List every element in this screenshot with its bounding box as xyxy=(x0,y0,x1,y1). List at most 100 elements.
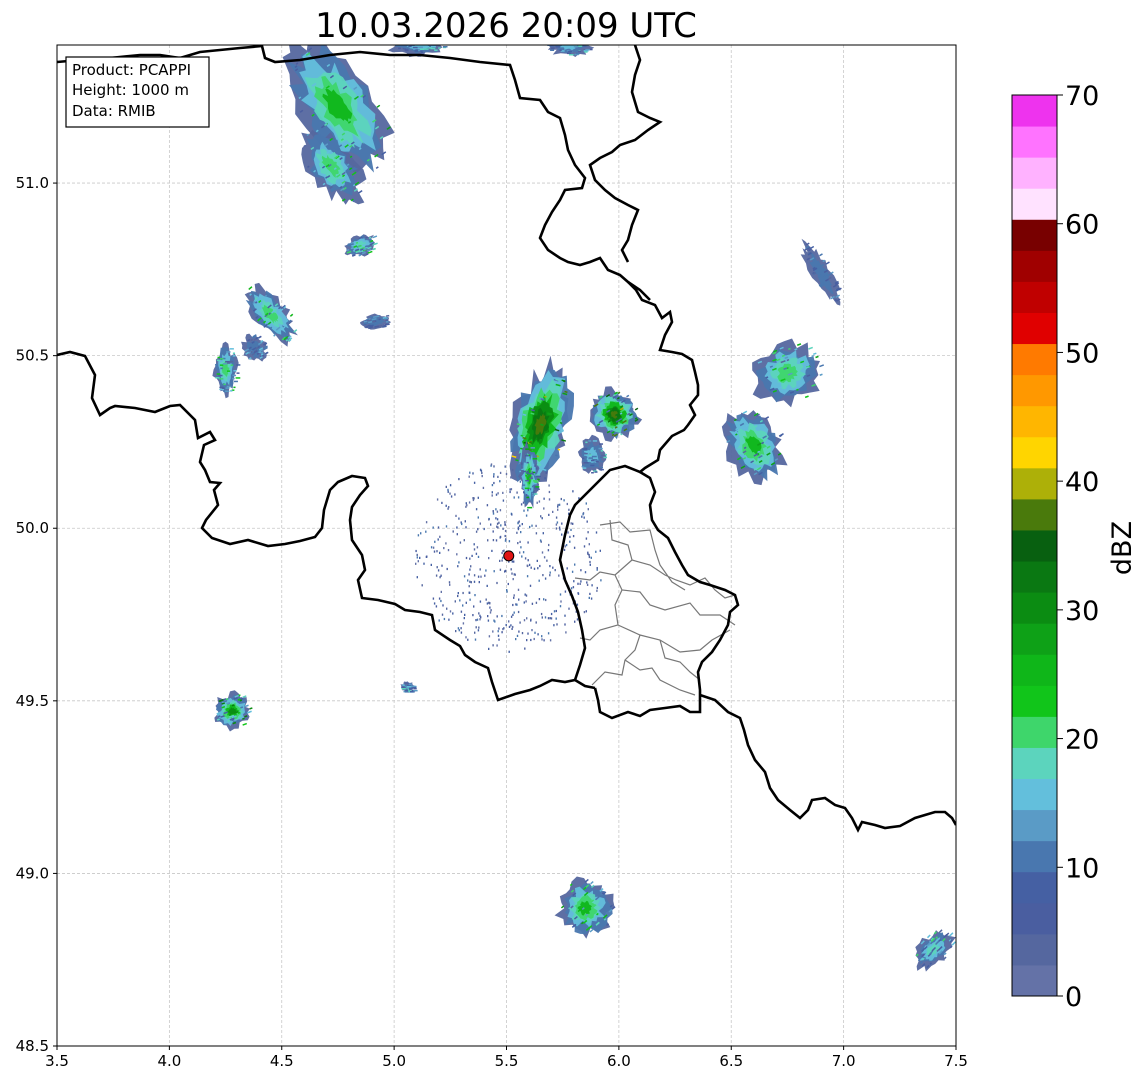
clutter-dot xyxy=(570,587,573,590)
clutter-dot xyxy=(530,619,532,622)
clutter-dot xyxy=(510,624,512,627)
echo-speckle xyxy=(530,447,535,449)
clutter-dot xyxy=(506,589,508,592)
clutter-dot xyxy=(558,526,561,529)
clutter-dot xyxy=(573,580,575,583)
colorbar-bin xyxy=(1012,964,1057,997)
y-tick-label: 51.0 xyxy=(16,174,49,192)
clutter-dot xyxy=(516,491,518,494)
clutter-dot xyxy=(505,623,507,627)
clutter-dot xyxy=(576,618,579,621)
echo-speckle xyxy=(232,374,237,377)
clutter-dot xyxy=(456,533,458,536)
clutter-dot xyxy=(591,584,593,587)
clutter-dot xyxy=(464,613,466,616)
colorbar-bin xyxy=(1012,840,1057,873)
clutter-dot xyxy=(517,610,520,614)
echo-speckle xyxy=(591,459,595,462)
echo-speckle xyxy=(408,45,412,48)
clutter-dot xyxy=(564,623,566,626)
clutter-dot xyxy=(473,548,476,551)
clutter-dot xyxy=(568,508,570,511)
x-tick-label: 7.0 xyxy=(832,1052,856,1070)
clutter-dot xyxy=(511,572,513,575)
clutter-dot xyxy=(496,615,498,618)
clutter-dot xyxy=(536,559,538,562)
clutter-dot xyxy=(474,631,476,634)
clutter-dot xyxy=(467,579,469,582)
radar-site-dot xyxy=(503,550,515,562)
clutter-dot xyxy=(600,579,602,582)
clutter-dot xyxy=(499,536,501,539)
echo-speckle xyxy=(229,360,234,363)
colorbar-bin xyxy=(1012,716,1057,748)
clutter-dot xyxy=(472,472,474,475)
clutter-dot xyxy=(522,551,525,554)
echo-speckle xyxy=(550,47,555,49)
clutter-dot xyxy=(547,617,550,620)
clutter-dot xyxy=(468,591,470,594)
clutter-dot xyxy=(572,535,575,538)
echo-speckle xyxy=(578,50,582,53)
clutter-dot xyxy=(487,539,489,542)
clutter-dot xyxy=(492,630,494,633)
clutter-dot xyxy=(510,568,512,571)
clutter-dot xyxy=(505,472,508,476)
clutter-dot xyxy=(466,504,468,507)
colorbar-bin xyxy=(1012,561,1057,593)
clutter-dot xyxy=(486,602,489,605)
clutter-dot xyxy=(463,539,465,542)
clutter-dot xyxy=(508,650,510,653)
info-height: Height: 1000 m xyxy=(72,81,189,99)
clutter-dot xyxy=(569,535,571,538)
clutter-dot xyxy=(491,484,494,487)
clutter-dot xyxy=(440,590,442,593)
clutter-dot xyxy=(533,567,536,570)
colorbar-bin xyxy=(1012,933,1057,966)
echo-speckle xyxy=(522,484,526,486)
colorbar-bin xyxy=(1012,623,1057,655)
clutter-dot xyxy=(538,579,540,582)
clutter-dot xyxy=(555,523,558,526)
clutter-dot xyxy=(491,494,493,497)
clutter-dot xyxy=(527,559,529,562)
clutter-dot xyxy=(590,556,592,559)
clutter-dot xyxy=(548,498,551,501)
clutter-dot xyxy=(459,599,461,602)
info-box: Product: PCAPPI Height: 1000 m Data: RMI… xyxy=(65,56,210,128)
clutter-dot xyxy=(470,565,472,568)
clutter-dot xyxy=(524,557,527,560)
clutter-dot xyxy=(447,488,449,491)
clutter-dot xyxy=(508,540,511,543)
clutter-dot xyxy=(520,531,522,534)
clutter-dot xyxy=(461,522,463,526)
longitude-axis: 3.5 4.0 4.5 5.0 5.5 6.0 6.5 7.0 7.5 xyxy=(45,1046,968,1070)
echo-speckle xyxy=(532,482,537,485)
echo-speckle xyxy=(537,478,540,481)
clutter-dot xyxy=(587,508,589,511)
clutter-dot xyxy=(435,574,438,577)
clutter-dot xyxy=(465,502,467,505)
clutter-dot xyxy=(568,607,570,610)
clutter-dot xyxy=(555,527,558,530)
clutter-dot xyxy=(445,542,447,545)
clutter-dot xyxy=(586,581,588,584)
clutter-dot xyxy=(521,632,524,635)
clutter-dot xyxy=(530,467,532,471)
clutter-dot xyxy=(517,542,519,545)
echo-speckle xyxy=(591,455,597,458)
clutter-dot xyxy=(558,574,560,577)
echo-speckle xyxy=(524,455,529,457)
clutter-dot xyxy=(504,521,506,524)
clutter-dot xyxy=(572,522,574,525)
clutter-dot xyxy=(490,523,492,526)
colorbar-tick-label: 60 xyxy=(1065,210,1099,241)
clutter-dot xyxy=(534,464,536,467)
clutter-dot xyxy=(439,551,441,554)
clutter-dot xyxy=(572,586,575,589)
echo-speckle xyxy=(590,464,595,467)
colorbar-bin xyxy=(1012,95,1057,127)
clutter-dot xyxy=(460,610,463,613)
echo-speckle xyxy=(223,383,226,386)
echo-speckle xyxy=(532,494,535,497)
